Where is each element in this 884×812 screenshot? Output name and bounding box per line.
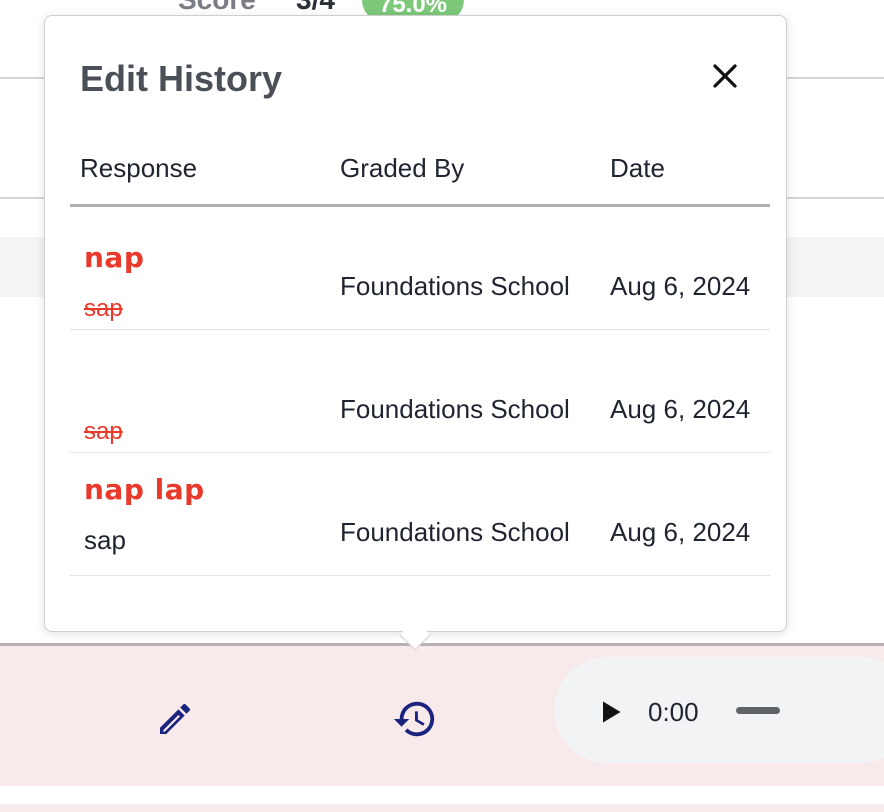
score-fraction: 3/4 [296, 0, 335, 16]
column-header-graded-by: Graded By [340, 153, 465, 183]
audio-progress-bar[interactable] [736, 707, 780, 714]
edit-history-button[interactable] [391, 695, 439, 743]
close-icon [713, 64, 737, 88]
date-cell: Aug 6, 2024 [610, 271, 751, 301]
score-label: Score [178, 0, 256, 16]
typed-response: sap [84, 525, 126, 555]
column-header-date: Date [610, 153, 665, 183]
play-icon [603, 701, 621, 723]
handwritten-response: nap lap [84, 473, 205, 506]
edit-history-popover: Edit History Response Graded By Date nap… [44, 15, 787, 632]
struck-response: sap [84, 295, 123, 322]
audio-time: 0:00 [648, 697, 699, 727]
close-button[interactable] [705, 56, 745, 96]
struck-response: sap [84, 418, 123, 445]
play-button[interactable] [596, 698, 624, 726]
date-cell: Aug 6, 2024 [610, 517, 751, 547]
graded-by-cell: Foundations School [340, 517, 570, 547]
column-header-response: Response [80, 153, 198, 183]
history-icon [393, 701, 435, 737]
pencil-icon [160, 703, 191, 734]
graded-by-cell: Foundations School [340, 271, 570, 301]
table-row: nap lap sap Foundations School Aug 6, 20… [70, 453, 770, 576]
edit-button[interactable] [151, 695, 199, 743]
date-cell: Aug 6, 2024 [610, 394, 751, 424]
table-row: nap sap Foundations School Aug 6, 2024 [70, 207, 770, 330]
handwritten-response: nap [84, 241, 145, 274]
popover-title: Edit History [80, 58, 283, 99]
bottom-strip [0, 804, 884, 812]
table-row: sap Foundations School Aug 6, 2024 [70, 330, 770, 453]
graded-by-cell: Foundations School [340, 394, 570, 424]
